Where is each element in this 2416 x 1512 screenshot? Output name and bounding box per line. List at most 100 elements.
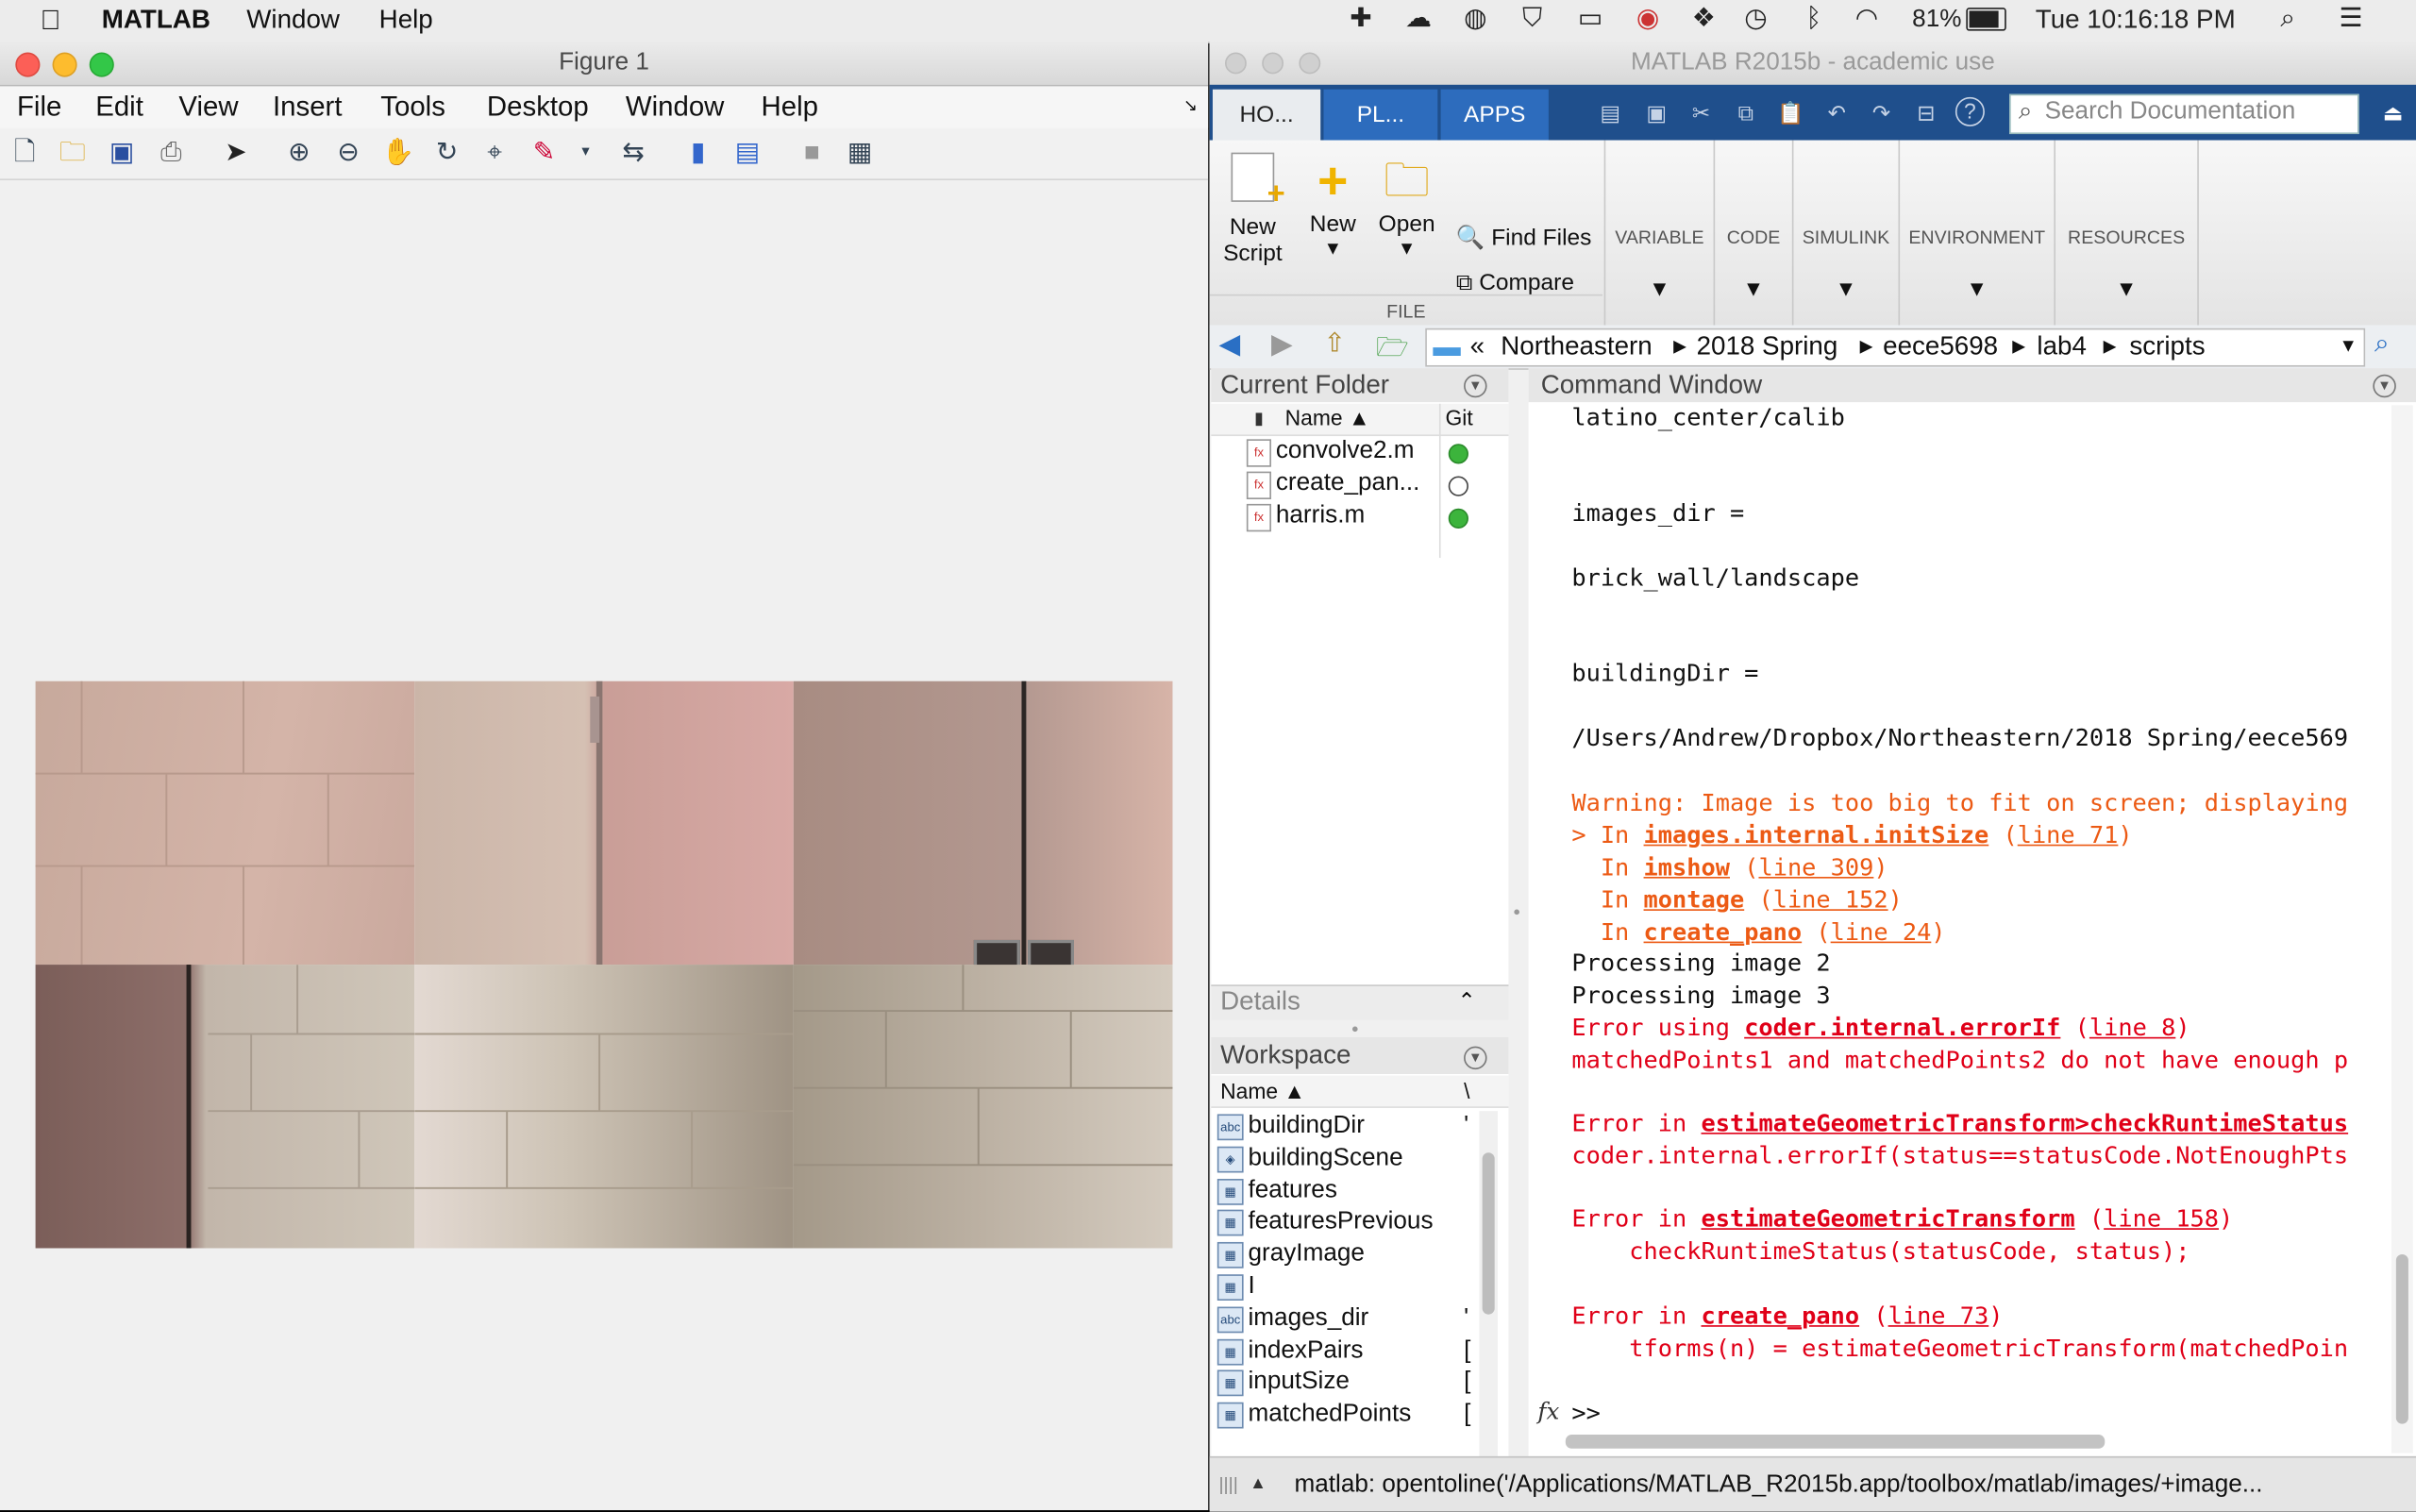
time-machine-icon[interactable]: ◷ (1744, 3, 1767, 34)
line-link[interactable]: line 152 (1773, 886, 1888, 914)
menu-window[interactable]: Window (626, 91, 725, 123)
minimize-button[interactable] (52, 52, 77, 77)
line-link[interactable]: line 24 (1831, 918, 1932, 946)
column-name-header[interactable]: Name ▲ (1285, 402, 1370, 433)
colorbar-icon[interactable]: ▮ (682, 137, 713, 168)
forward-arrow-icon[interactable]: ▶ (1271, 328, 1293, 361)
plus-icon[interactable]: ✚ (1350, 3, 1371, 34)
menu-view[interactable]: View (178, 91, 238, 123)
hide-plot-tools-icon[interactable]: ■ (797, 137, 828, 168)
search-folder-icon[interactable]: ⌕ (2374, 328, 2390, 360)
simulink-section[interactable]: SIMULINK ▼ (1791, 140, 1899, 326)
dropbox-icon[interactable]: ❖ (1692, 3, 1716, 34)
command-prompt[interactable]: >> (1571, 1398, 1600, 1429)
path-segment[interactable]: scripts (2129, 331, 2205, 362)
menu-help[interactable]: Help (762, 91, 818, 123)
zoom-out-icon[interactable]: ⊖ (333, 137, 364, 168)
path-segment[interactable]: Northeastern (1501, 331, 1652, 362)
path-segment[interactable]: 2018 Spring (1697, 331, 1838, 362)
resources-section[interactable]: RESOURCES ▼ (2054, 140, 2199, 326)
pan-hand-icon[interactable]: ✋ (382, 137, 415, 168)
function-browser-icon[interactable]: fx (1537, 1398, 1559, 1425)
compare-button[interactable]: ⧉ Compare (1456, 270, 1574, 296)
help-menu[interactable]: Help (379, 5, 433, 36)
shield-icon[interactable]: ⛉ (1522, 3, 1542, 34)
tab-apps[interactable]: APPS (1440, 89, 1549, 141)
menu-edit[interactable]: Edit (95, 91, 143, 123)
new-button[interactable]: + New ▼ (1305, 153, 1361, 260)
error-link[interactable]: create_pano (1702, 1302, 1860, 1330)
menu-insert[interactable]: Insert (273, 91, 343, 123)
brush-icon[interactable]: ✎ (528, 137, 560, 168)
figure-titlebar[interactable]: Figure 1 (0, 42, 1209, 87)
chevron-up-icon[interactable]: ⌃ (1458, 988, 1476, 1015)
cut-icon[interactable]: ✂ (1686, 97, 1717, 128)
line-link[interactable]: line 71 (2018, 821, 2119, 848)
redo-icon[interactable]: ↷ (1866, 97, 1897, 128)
command-window[interactable]: Command Window ▼ latino_center/calib ima… (1528, 368, 2416, 1456)
back-arrow-icon[interactable]: ◀ (1218, 328, 1240, 361)
tab-plots[interactable]: PL... (1323, 89, 1438, 141)
find-files-button[interactable]: 🔍 Find Files (1456, 224, 1591, 251)
clock[interactable]: Tue 10:16:18 PM (2036, 5, 2236, 36)
details-title[interactable]: Details (1220, 984, 1300, 1018)
link-plot-icon[interactable]: ⇆ (618, 137, 649, 168)
open-file-icon[interactable]: 🗀 (57, 137, 88, 168)
notification-center-icon[interactable]: ☰ (2339, 3, 2362, 34)
minimize-button[interactable] (1262, 52, 1284, 75)
environment-section[interactable]: ENVIRONMENT ▼ (1898, 140, 2054, 326)
column-value-header[interactable]: \ (1464, 1076, 1469, 1107)
apple-icon[interactable]:  (40, 5, 60, 37)
wifi-icon[interactable]: ◠ (1855, 3, 1878, 34)
chevron-up-icon[interactable]: ▲ (1250, 1458, 1267, 1512)
rotate-3d-icon[interactable]: ↻ (431, 137, 462, 168)
save-icon[interactable]: ▣ (107, 137, 138, 168)
browse-folder-icon[interactable]: 🗁 (1376, 328, 1408, 373)
column-git-header[interactable]: Git (1445, 402, 1472, 433)
line-link[interactable]: line 309 (1758, 854, 1873, 882)
stack-link[interactable]: create_pano (1644, 918, 1803, 946)
zoom-button[interactable] (1299, 52, 1321, 75)
command-vscrollbar[interactable] (2395, 1254, 2408, 1424)
new-script-button[interactable]: + New Script (1222, 152, 1285, 266)
quick-save-icon[interactable]: ▣ (1641, 97, 1672, 128)
display-icon[interactable]: ▭ (1578, 3, 1602, 34)
code-section[interactable]: CODE ▼ (1713, 140, 1792, 326)
panel-actions-icon[interactable]: ▼ (2373, 374, 2396, 398)
panel-actions-icon[interactable]: ▼ (1464, 374, 1487, 398)
splitter-grip[interactable]: ● (1513, 904, 1520, 918)
splitter-grip[interactable]: ● (1351, 1021, 1359, 1035)
chrome-icon[interactable]: ◉ (1636, 3, 1659, 34)
battery-icon[interactable] (1966, 8, 2006, 31)
open-button[interactable]: 🗀 Open ▼ (1376, 153, 1437, 259)
bluetooth-icon[interactable]: ᛒ (1806, 3, 1822, 34)
stack-link[interactable]: images.internal.initSize (1644, 821, 1989, 848)
stack-link[interactable]: imshow (1644, 854, 1730, 882)
disk-icon[interactable]: ◍ (1464, 3, 1486, 34)
quick-new-icon[interactable]: ▤ (1595, 97, 1626, 128)
up-folder-icon[interactable]: ⇧ (1323, 328, 1345, 360)
panel-actions-icon[interactable]: ▼ (1464, 1046, 1487, 1070)
close-button[interactable] (15, 52, 41, 77)
dock-arrow-icon[interactable]: ↘ (1183, 95, 1198, 116)
tab-home[interactable]: HO... (1212, 89, 1321, 141)
app-menu[interactable]: MATLAB (102, 5, 210, 36)
paste-icon[interactable]: 📋 (1775, 97, 1806, 128)
path-dropdown-icon[interactable]: ▼ (2339, 334, 2357, 356)
error-link[interactable]: coder.internal.errorIf (1744, 1014, 2060, 1041)
brush-dropdown-icon[interactable]: ▾ (570, 137, 601, 168)
window-menu[interactable]: Window (246, 5, 340, 36)
data-cursor-icon[interactable]: ⌖ (479, 137, 511, 168)
copy-icon[interactable]: ⧉ (1731, 97, 1762, 128)
menu-file[interactable]: File (17, 91, 61, 123)
switch-windows-icon[interactable]: ⊟ (1911, 97, 1942, 128)
command-hscrollbar[interactable] (1565, 1435, 2106, 1449)
print-icon[interactable]: ⎙ (156, 137, 187, 168)
pointer-icon[interactable]: ➤ (220, 137, 251, 168)
new-figure-icon[interactable]: 🗋 (9, 137, 41, 168)
menu-desktop[interactable]: Desktop (487, 91, 589, 123)
path-segment[interactable]: eece5698 (1883, 331, 1998, 362)
column-name-header[interactable]: Name ▲ (1220, 1076, 1305, 1107)
error-link[interactable]: estimateGeometricTransform>checkRuntimeS… (1702, 1110, 2349, 1137)
zoom-in-icon[interactable]: ⊕ (283, 137, 314, 168)
